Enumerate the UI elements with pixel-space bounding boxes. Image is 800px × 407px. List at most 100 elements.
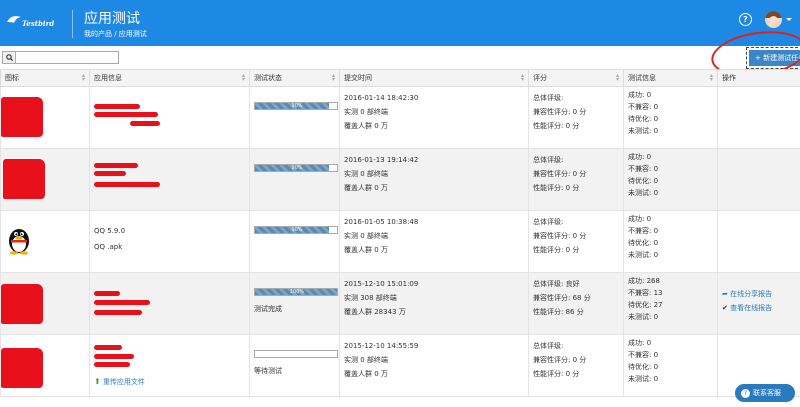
col-test-info-header[interactable]: 测试信息 ▴ ▾ bbox=[623, 69, 718, 87]
help-icon[interactable]: ? bbox=[739, 13, 752, 26]
rating-cell: 总体评级: 兼容性评分: 0 分 性能评分: 0 分 bbox=[528, 148, 624, 211]
coverage: 覆盖人群 0 万 bbox=[344, 246, 388, 254]
submit-time: 2016-01-14 18:42:30 bbox=[344, 94, 419, 102]
app-info-cell: QQ 5.9.0 QQ .apk bbox=[89, 210, 250, 273]
search-input[interactable] bbox=[17, 52, 117, 63]
redacted-app-icon bbox=[3, 159, 45, 199]
progress-bar: 100% bbox=[254, 288, 338, 296]
app-info-cell bbox=[89, 86, 250, 149]
table-row[interactable]: 90% 2016-01-14 18:42:30 实测 0 部终端 覆盖人群 0 … bbox=[0, 86, 800, 149]
test-info-cell: 成功: 0 不兼容: 0 待优化: 0 未测试: 0 bbox=[623, 210, 718, 273]
redacted-name bbox=[94, 291, 120, 296]
logo-text: Testbird bbox=[22, 19, 55, 28]
col-submit-time-header[interactable]: 提交时间 ▴ ▾ bbox=[339, 69, 529, 87]
testbird-logo[interactable]: Testbird bbox=[6, 14, 66, 30]
app-icon-cell bbox=[0, 86, 90, 149]
redacted-app-icon bbox=[1, 284, 43, 324]
chevron-down-icon[interactable] bbox=[786, 18, 792, 21]
redacted-file bbox=[94, 182, 160, 187]
submit-time-cell: 2016-01-13 19:14:42 实测 0 部终端 覆盖人群 0 万 bbox=[339, 148, 529, 211]
coverage: 覆盖人群 28343 万 bbox=[344, 308, 406, 316]
table-row[interactable]: ⬆ 重传应用文件 等待测试 2015-12-10 14:55:59 实测 0 部… bbox=[0, 334, 800, 397]
status-cell: 等待测试 bbox=[249, 334, 340, 397]
progress-bar bbox=[254, 350, 338, 358]
status-cell: 100% 测试完成 bbox=[249, 272, 340, 335]
contact-support-button[interactable]: ? 联系客服 bbox=[735, 384, 795, 402]
table-row[interactable]: QQ 5.9.0 QQ .apk 90% 2016-01-05 10:38:48… bbox=[0, 210, 800, 273]
actions-cell bbox=[717, 210, 800, 273]
coverage: 覆盖人群 0 万 bbox=[344, 184, 388, 192]
table-row[interactable]: 90% 2016-01-13 19:14:42 实测 0 部终端 覆盖人群 0 … bbox=[0, 148, 800, 211]
app-name: QQ 5.9.0 bbox=[94, 227, 126, 235]
redacted-name bbox=[94, 163, 138, 168]
share-report-link[interactable]: ➦ 在线分享报告 bbox=[722, 287, 796, 301]
status-cell: 90% bbox=[249, 148, 340, 211]
check-icon: ✔ bbox=[722, 304, 728, 312]
search-box bbox=[2, 51, 119, 64]
col-app-info-header[interactable]: 应用信息 ▴ ▾ bbox=[89, 69, 250, 87]
search-icon[interactable] bbox=[3, 52, 16, 63]
redacted-file bbox=[94, 362, 130, 367]
progress-bar: 90% bbox=[254, 164, 338, 172]
rating-cell: 总体评级: 兼容性评分: 0 分 性能评分: 0 分 bbox=[528, 86, 624, 149]
redacted-name bbox=[94, 345, 122, 350]
redacted-name bbox=[94, 300, 150, 305]
col-rating-header[interactable]: 评分 ▴ ▾ bbox=[528, 69, 624, 87]
test-table: 图标 ▴ ▾ 应用信息 ▴ ▾ 测试状态 ▴ ▾ 提交时间 ▴ ▾ 评分 ▴ ▾ 测试信息 ▴ ▾ 操作… bbox=[0, 69, 800, 397]
app-icon-cell bbox=[0, 148, 90, 211]
app-icon-cell bbox=[0, 210, 90, 273]
app-info-cell bbox=[89, 148, 250, 211]
view-report-link[interactable]: ✔ 查看在线报告 bbox=[722, 301, 796, 315]
table-header-row: 图标 ▴ ▾ 应用信息 ▴ ▾ 测试状态 ▴ ▾ 提交时间 ▴ ▾ 评分 ▴ ▾ 测试信息 ▴ ▾ 操作 bbox=[0, 69, 800, 87]
progress-bar: 90% bbox=[254, 226, 338, 234]
measured-devices: 实测 308 部终端 bbox=[344, 294, 397, 302]
avatar[interactable] bbox=[765, 11, 782, 28]
actions-cell bbox=[717, 86, 800, 149]
measured-devices: 实测 0 部终端 bbox=[344, 232, 388, 240]
col-actions-header: 操作 bbox=[717, 69, 800, 87]
app-info-cell bbox=[89, 272, 250, 335]
submit-time: 2016-01-13 19:14:42 bbox=[344, 156, 419, 164]
rating-cell: 总体评级: 良好 兼容性评分: 68 分 性能评分: 86 分 bbox=[528, 272, 624, 335]
upload-icon: ⬆ bbox=[94, 377, 101, 386]
page-title: 应用测试 bbox=[84, 11, 140, 27]
submit-time-cell: 2015-12-10 15:01:09 实测 308 部终端 覆盖人群 2834… bbox=[339, 272, 529, 335]
col-icon-header[interactable]: 图标 ▴ ▾ bbox=[0, 69, 90, 87]
submit-time: 2015-12-10 15:01:09 bbox=[344, 280, 419, 288]
test-info-cell: 成功: 0 不兼容: 0 待优化: 0 未测试: 0 bbox=[623, 334, 718, 397]
submit-time: 2016-01-05 10:38:48 bbox=[344, 218, 419, 226]
redacted-file bbox=[94, 310, 142, 315]
redacted-file bbox=[130, 121, 160, 126]
measured-devices: 实测 0 部终端 bbox=[344, 356, 388, 364]
col-status-header[interactable]: 测试状态 ▴ ▾ bbox=[249, 69, 340, 87]
redacted-name bbox=[94, 354, 134, 359]
measured-devices: 实测 0 部终端 bbox=[344, 108, 388, 116]
chat-icon: ? bbox=[741, 388, 750, 398]
share-icon: ➦ bbox=[722, 290, 728, 298]
rating-cell: 总体评级: 兼容性评分: 0 分 性能评分: 0 分 bbox=[528, 210, 624, 273]
actions-cell: ➦ 在线分享报告 ✔ 查看在线报告 bbox=[717, 272, 800, 335]
submit-time-cell: 2016-01-14 18:42:30 实测 0 部终端 覆盖人群 0 万 bbox=[339, 86, 529, 149]
actions-cell bbox=[717, 148, 800, 211]
app-file: QQ .apk bbox=[94, 243, 123, 251]
app-icon-cell bbox=[0, 272, 90, 335]
coverage: 覆盖人群 0 万 bbox=[344, 370, 388, 378]
coverage: 覆盖人群 0 万 bbox=[344, 122, 388, 130]
redacted-app-icon bbox=[1, 348, 43, 388]
status-cell: 90% bbox=[249, 210, 340, 273]
rating-cell: 总体评级: 兼容性评分: 0 分 性能评分: 0 分 bbox=[528, 334, 624, 397]
measured-devices: 实测 0 部终端 bbox=[344, 170, 388, 178]
app-icon-cell bbox=[0, 334, 90, 397]
table-row[interactable]: 100% 测试完成 2015-12-10 15:01:09 实测 308 部终端… bbox=[0, 272, 800, 335]
test-info-cell: 成功: 0 不兼容: 0 待优化: 0 未测试: 0 bbox=[623, 86, 718, 149]
reupload-link[interactable]: ⬆ 重传应用文件 bbox=[94, 375, 145, 389]
qq-penguin-icon bbox=[9, 229, 29, 255]
redacted-name bbox=[94, 104, 140, 109]
breadcrumb[interactable]: 我的产品 / 应用测试 bbox=[84, 29, 147, 39]
test-info-cell: 成功: 268 不兼容: 13 待优化: 27 未测试: 0 bbox=[623, 272, 718, 335]
submit-time: 2015-12-10 14:55:59 bbox=[344, 342, 419, 350]
redacted-app-icon bbox=[1, 97, 43, 137]
header-divider bbox=[72, 10, 73, 38]
submit-time-cell: 2015-12-10 14:55:59 实测 0 部终端 覆盖人群 0 万 bbox=[339, 334, 529, 397]
redacted-name bbox=[94, 112, 158, 117]
